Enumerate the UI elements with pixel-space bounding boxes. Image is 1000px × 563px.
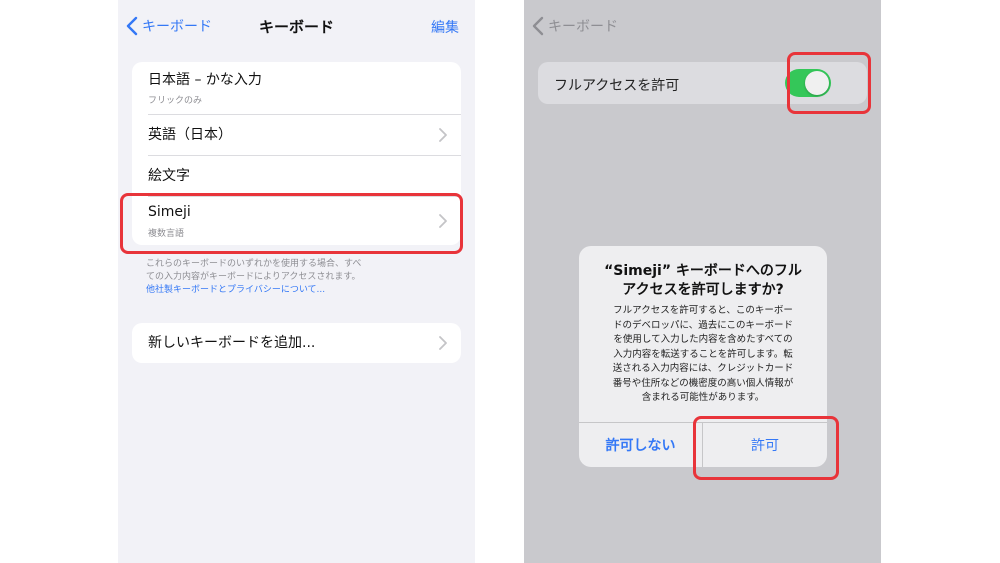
keyboard-subtitle: フリックのみ — [148, 96, 203, 106]
privacy-link[interactable]: 他社製キーボードとプライバシーについて... — [146, 284, 447, 297]
nav-bar: キーボード — [524, 0, 881, 52]
keyboard-title: 絵文字 — [148, 168, 190, 184]
footnote-line: これらのキーボードのいずれかを使用する場合、すべ — [146, 259, 362, 269]
keyboard-row-english[interactable]: 英語（日本） — [148, 115, 461, 156]
page-title: キーボード — [258, 18, 334, 36]
back-label: キーボード — [548, 19, 618, 35]
keyboard-title: 日本語 – かな入力 — [148, 72, 262, 88]
privacy-footnote: これらのキーボードのいずれかを使用する場合、すべ ての入力内容がキーボードにより… — [146, 258, 447, 297]
toggle-highlight-box — [787, 52, 871, 114]
full-access-label: フルアクセスを許可 — [554, 78, 680, 94]
keyboard-title: 英語（日本） — [148, 127, 232, 143]
back-button[interactable]: キーボード — [532, 14, 618, 38]
allow-highlight-box — [693, 416, 839, 480]
alert-message: フルアクセスを許可すると、このキーボー ドのデベロッパに、過去にこのキーボード … — [593, 304, 813, 406]
full-access-screen: キーボード フルアクセスを許可 “Simeji” キーボードへのフル アクセスを… — [524, 0, 881, 563]
alert-message-line: 送される入力内容には、クレジットカード — [612, 363, 794, 374]
keyboard-row-emoji[interactable]: 絵文字 — [148, 156, 461, 197]
alert-message-line: フルアクセスを許可すると、このキーボー — [613, 305, 793, 316]
keyboard-row-japanese-kana[interactable]: 日本語 – かな入力 フリックのみ — [148, 62, 461, 115]
alert-title-line: “Simeji” キーボードへのフル — [604, 263, 802, 279]
alert-message-line: 入力内容を転送することを許可します。転 — [613, 348, 793, 360]
alert-message-line: 含まれる可能性があります。 — [641, 392, 765, 403]
nav-bar: キーボード キーボード 編集 — [118, 0, 475, 52]
simeji-highlight-box — [120, 193, 463, 254]
chevron-right-icon — [439, 336, 447, 350]
keyboard-settings-screen: キーボード キーボード 編集 日本語 – かな入力 フリックのみ 英語（日本） … — [118, 0, 475, 563]
alert-message-line: を使用して入力した内容を含めたすべての — [613, 334, 793, 345]
edit-button[interactable]: 編集 — [431, 17, 459, 37]
alert-message-line: 番号や住所などの機密度の高い個人情報が — [612, 377, 794, 389]
alert-message-line: ドのデベロッパに、過去にこのキーボード — [612, 319, 794, 331]
alert-title-line: アクセスを許可しますか? — [622, 282, 784, 298]
add-keyboard-group: 新しいキーボードを追加... — [132, 323, 461, 363]
deny-button[interactable]: 許可しない — [579, 423, 703, 467]
add-keyboard-row[interactable]: 新しいキーボードを追加... — [148, 323, 461, 363]
alert-title: “Simeji” キーボードへのフル アクセスを許可しますか? — [593, 262, 813, 300]
chevron-right-icon — [439, 128, 447, 142]
chevron-left-icon — [532, 16, 544, 36]
add-keyboard-label: 新しいキーボードを追加... — [148, 335, 316, 351]
footnote-line: ての入力内容がキーボードによりアクセスされます。 — [146, 272, 361, 282]
